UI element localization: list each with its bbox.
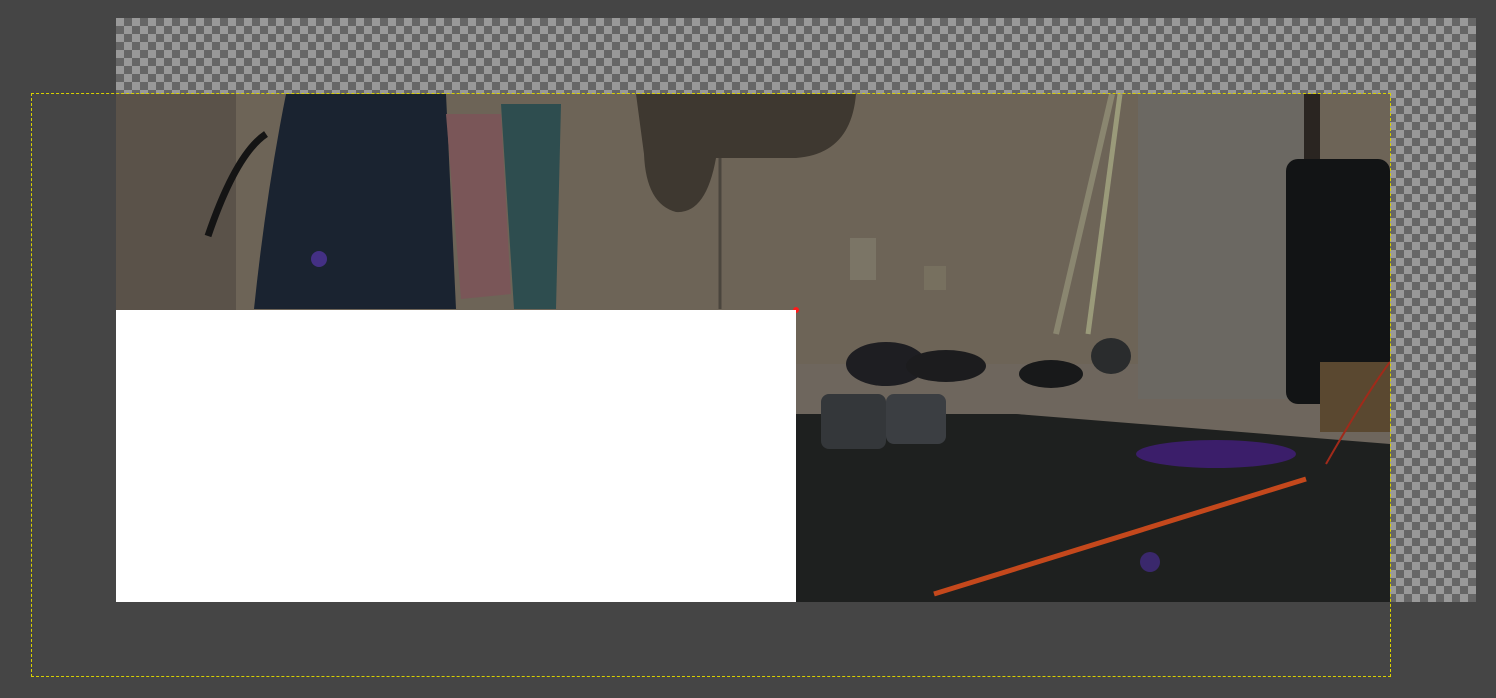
wall-plate xyxy=(924,266,946,290)
door xyxy=(1138,94,1308,399)
coat xyxy=(254,94,456,309)
shoe xyxy=(906,350,986,382)
lens-flare xyxy=(311,251,327,267)
shoe xyxy=(1019,360,1083,388)
box xyxy=(1320,362,1390,432)
feather-duster xyxy=(1136,440,1296,468)
sneaker xyxy=(886,394,946,444)
wall-outlet xyxy=(850,238,876,280)
shoe xyxy=(1091,338,1131,374)
image-canvas[interactable] xyxy=(0,0,1496,698)
lens-flare xyxy=(1140,552,1160,572)
sneaker xyxy=(821,394,886,449)
white-fill-rectangle xyxy=(116,310,796,602)
